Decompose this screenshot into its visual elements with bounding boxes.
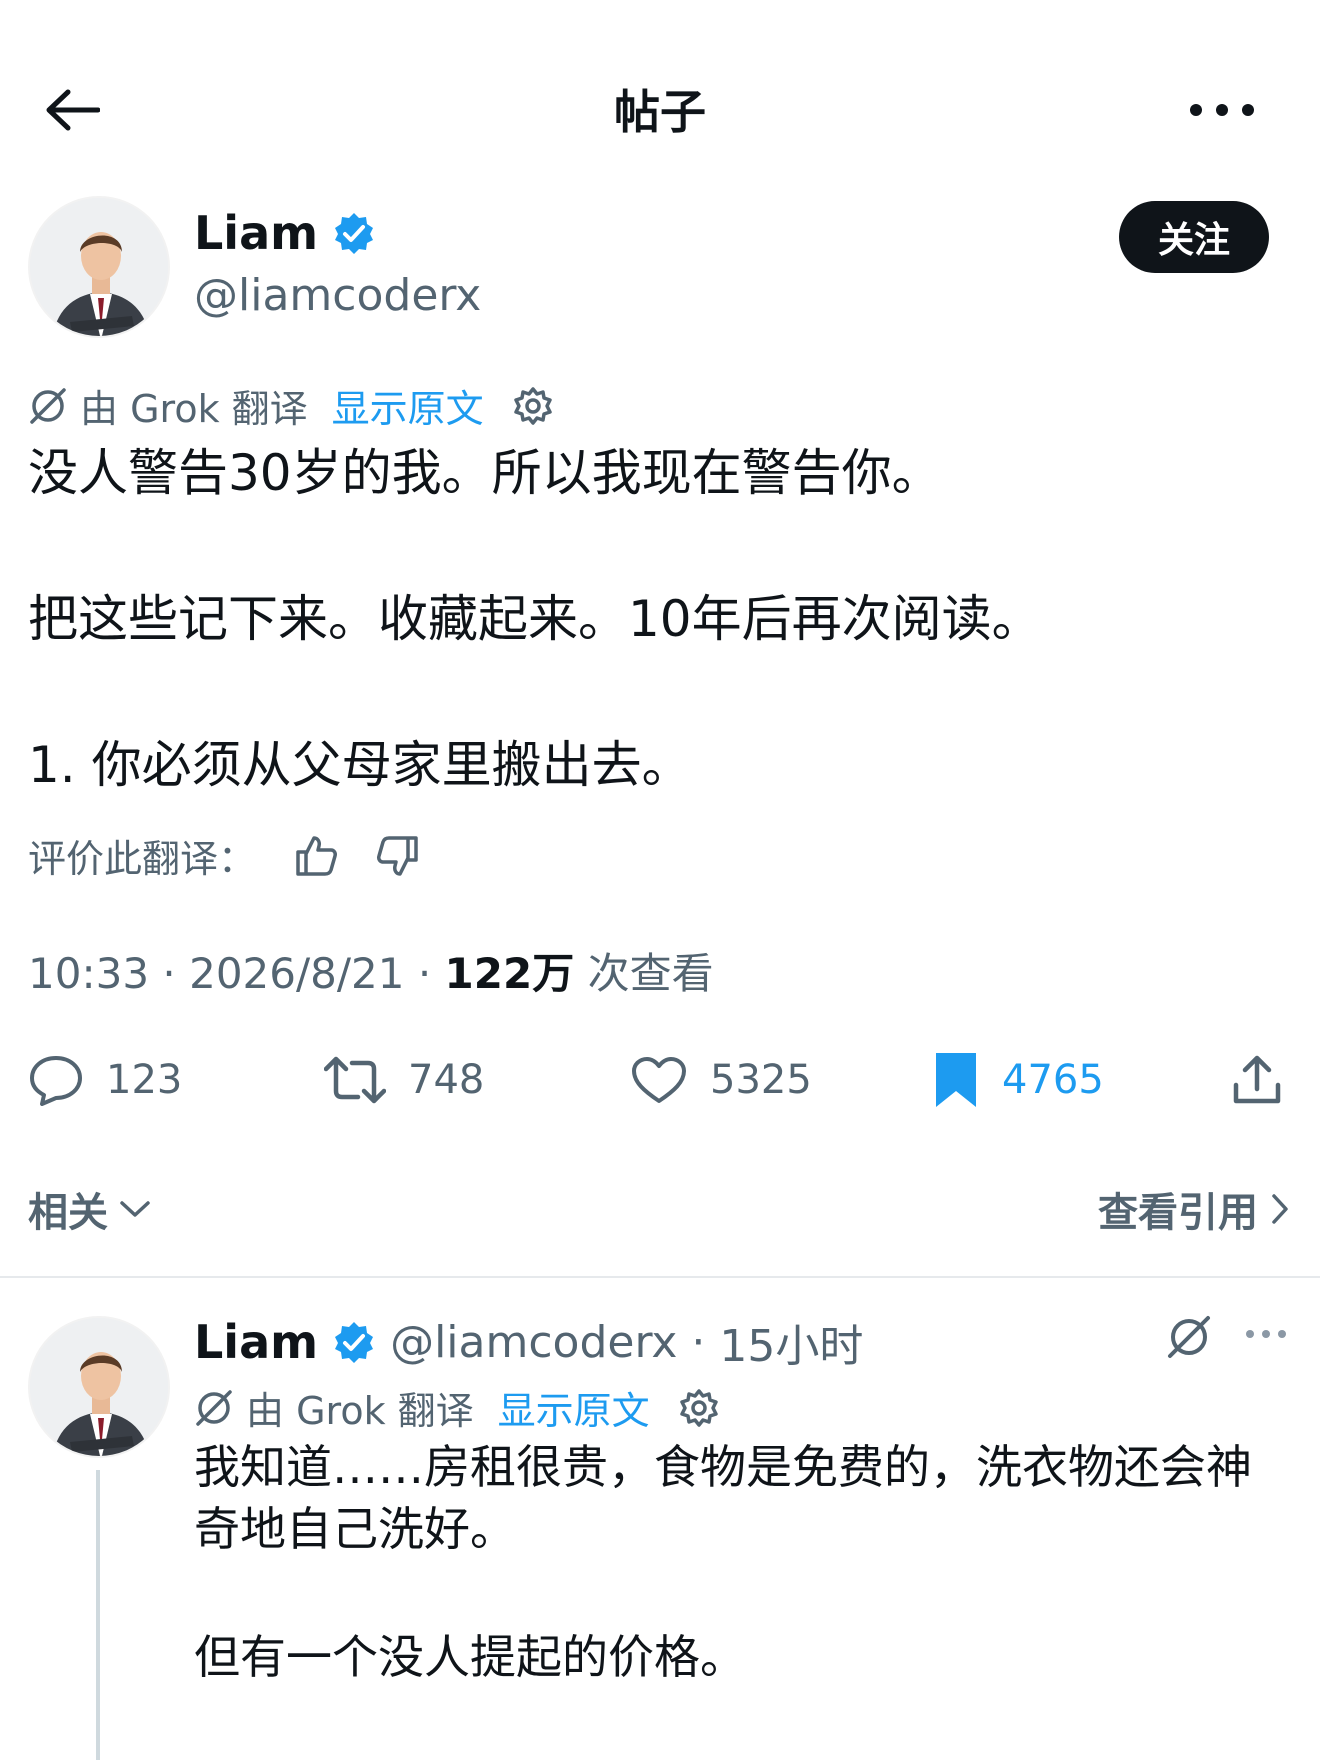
verified-badge-icon	[335, 213, 374, 254]
show-original-link[interactable]: 显示原文	[332, 378, 484, 433]
reply-more-button[interactable]	[1246, 1326, 1286, 1342]
rate-translation-label: 评价此翻译：	[28, 837, 257, 881]
author-name-row: Liam	[194, 206, 376, 260]
repost-button[interactable]: 748	[324, 1048, 484, 1112]
reply-count: 123	[106, 1057, 183, 1103]
bookmark-filled-icon	[936, 1053, 976, 1107]
reply-author-handle[interactable]: @liamcoderx	[390, 1317, 677, 1368]
more-dot	[1262, 1330, 1270, 1338]
post-paragraph: 1. 你必须从父母家里搬出去。	[28, 736, 692, 794]
post-paragraph: 没人警告30岁的我。所以我现在警告你。	[28, 444, 942, 502]
related-dropdown[interactable]: 相关	[28, 1180, 152, 1238]
heart-icon	[632, 1057, 686, 1103]
reply-translation-row: 由 Grok 翻译 显示原文	[194, 1380, 720, 1435]
views-count: 122万	[444, 949, 575, 998]
translate-icon	[30, 387, 66, 424]
avatar[interactable]	[28, 196, 170, 338]
show-original-link[interactable]: 显示原文	[498, 1380, 650, 1435]
share-icon	[1233, 1055, 1281, 1104]
author-name[interactable]: Liam	[194, 206, 318, 260]
view-quotes-label: 查看引用	[1098, 1190, 1258, 1236]
like-count: 5325	[710, 1057, 812, 1103]
post-date: 2026/8/21	[189, 949, 405, 998]
verified-badge-icon	[335, 1322, 374, 1363]
reply-avatar[interactable]	[28, 1316, 170, 1458]
post-text: 没人警告30岁的我。所以我现在警告你。 把这些记下来。收藏起来。10年后再次阅读…	[28, 440, 1278, 878]
divider	[0, 1276, 1320, 1278]
repost-count: 748	[408, 1057, 485, 1103]
reply-author-row: Liam @liamcoderx · 15小时	[194, 1310, 863, 1374]
related-row: 相关 查看引用	[28, 1180, 1292, 1238]
top-bar: 帖子	[0, 0, 1320, 200]
follow-button[interactable]: 关注	[1119, 201, 1269, 273]
translation-row: 由 Grok 翻译 显示原文	[28, 378, 554, 433]
reply-paragraph: 我知道……房租很贵，食物是免费的，洗衣物还会神奇地自己洗好。	[194, 1440, 1252, 1556]
chevron-down-icon	[120, 1201, 150, 1217]
more-options-button[interactable]	[1190, 90, 1254, 130]
chevron-right-icon	[1272, 1194, 1288, 1224]
action-bar: 123 748 5325 4765	[28, 1048, 1292, 1112]
avatar-image-icon	[30, 1318, 168, 1456]
post-meta: 10:33 · 2026/8/21 · 122万 次查看	[28, 949, 714, 998]
like-button[interactable]: 5325	[630, 1048, 812, 1112]
bookmark-button[interactable]: 4765	[932, 1048, 1104, 1112]
repost-icon	[324, 1056, 386, 1104]
avatar-image-icon	[30, 198, 168, 336]
rate-translation-row: 评价此翻译：	[28, 828, 420, 883]
thumbs-down-icon[interactable]	[376, 834, 420, 878]
settings-gear-icon[interactable]	[512, 385, 554, 427]
reply-button[interactable]: 123	[28, 1048, 182, 1112]
share-button[interactable]	[1230, 1048, 1284, 1112]
view-quotes-link[interactable]: 查看引用	[1098, 1180, 1292, 1238]
more-dot	[1216, 104, 1228, 116]
reply-translate-toggle[interactable]	[1166, 1314, 1212, 1364]
reply-time-ago: 15小时	[719, 1321, 864, 1372]
thread-connector-line	[96, 1470, 100, 1760]
post-paragraph: 把这些记下来。收藏起来。10年后再次阅读。	[28, 590, 1042, 648]
reply-author-name[interactable]: Liam	[194, 1315, 318, 1369]
reply-paragraph: 但有一个没人提起的价格。	[194, 1630, 746, 1684]
related-label: 相关	[28, 1190, 108, 1236]
more-dot	[1246, 1330, 1254, 1338]
translated-by-label: 由 Grok 翻译	[246, 1389, 474, 1433]
more-dot	[1190, 104, 1202, 116]
translate-icon	[196, 1389, 232, 1426]
translated-by-label: 由 Grok 翻译	[80, 387, 308, 431]
bookmark-count: 4765	[1002, 1057, 1104, 1103]
thumbs-up-icon[interactable]	[294, 834, 338, 878]
post-time: 10:33	[28, 949, 150, 998]
author-handle[interactable]: @liamcoderx	[194, 270, 481, 321]
more-dot	[1242, 104, 1254, 116]
translate-icon	[1168, 1316, 1210, 1358]
more-dot	[1278, 1330, 1286, 1338]
settings-gear-icon[interactable]	[678, 1387, 720, 1429]
page-title: 帖子	[614, 85, 706, 139]
reply-icon	[30, 1056, 82, 1106]
views-label: 次查看	[587, 949, 714, 998]
reply-text: 我知道……房租很贵，食物是免费的，洗衣物还会神奇地自己洗好。 但有一个没人提起的…	[194, 1436, 1294, 1754]
